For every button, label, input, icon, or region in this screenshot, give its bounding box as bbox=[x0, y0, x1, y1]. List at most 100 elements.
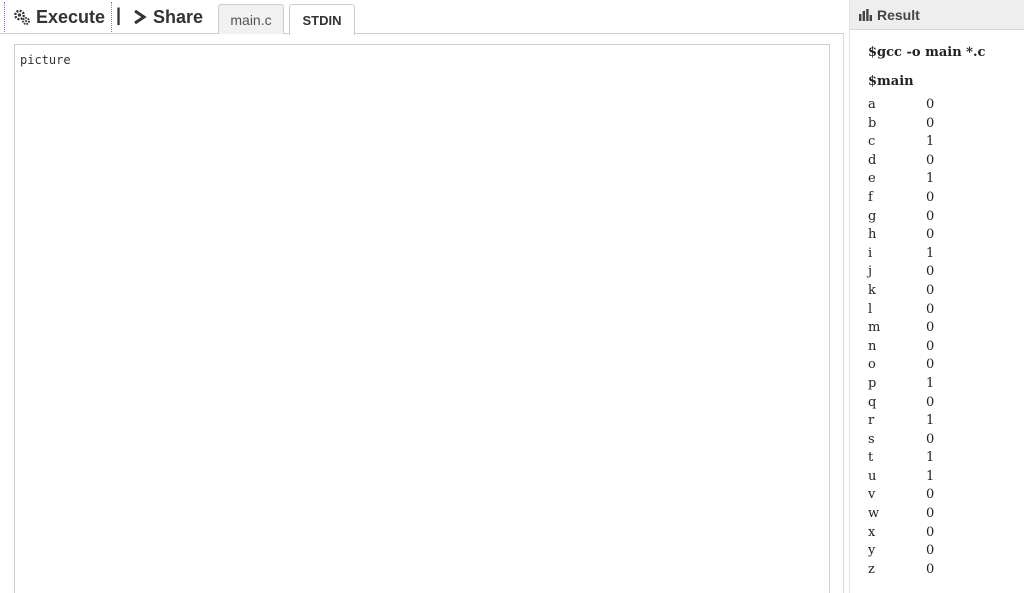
output-value: 1 bbox=[926, 450, 935, 466]
output-key: q bbox=[868, 394, 877, 410]
output-key: k bbox=[868, 282, 876, 298]
tab-label: STDIN bbox=[302, 12, 342, 28]
result-title: Result bbox=[877, 6, 920, 23]
output-row: z0 bbox=[868, 561, 985, 580]
output-row: c1 bbox=[868, 133, 985, 152]
output-value: 0 bbox=[926, 506, 935, 522]
output-row: k0 bbox=[868, 282, 985, 301]
output-row: t1 bbox=[868, 449, 985, 468]
execute-label: Execute bbox=[36, 6, 106, 27]
output-key: b bbox=[868, 115, 877, 131]
output-row: h0 bbox=[868, 226, 985, 245]
output-key: r bbox=[868, 413, 875, 429]
tab-main-c[interactable]: main.c bbox=[218, 4, 284, 34]
output-row: a0 bbox=[868, 96, 985, 115]
output-key: v bbox=[868, 487, 876, 503]
output-value: 0 bbox=[926, 97, 935, 112]
output-value: 0 bbox=[926, 543, 935, 559]
output-value: 0 bbox=[926, 115, 935, 131]
output-key: c bbox=[868, 134, 876, 150]
output-row: p1 bbox=[868, 375, 985, 394]
editor-content: picture bbox=[20, 53, 71, 67]
output-row: l0 bbox=[868, 301, 985, 320]
gears-icon bbox=[13, 8, 31, 26]
run-command: $main bbox=[868, 74, 914, 89]
output-key: i bbox=[868, 245, 873, 261]
output-row: x0 bbox=[868, 524, 985, 543]
output-row: w0 bbox=[868, 505, 985, 524]
output-key: n bbox=[868, 338, 877, 354]
tab-label: main.c bbox=[230, 11, 272, 28]
code-pane: Execute | Share main.c STDIN picture bbox=[0, 0, 844, 593]
output-key: p bbox=[868, 375, 877, 391]
chevron-right-icon bbox=[132, 8, 148, 26]
output-value: 1 bbox=[926, 375, 935, 391]
output-row: u1 bbox=[868, 468, 985, 487]
output-row: s0 bbox=[868, 431, 985, 450]
execute-button[interactable]: Execute bbox=[4, 2, 112, 32]
result-pane: Result $gcc -o main *.c $main a0b0c1d0e1… bbox=[849, 0, 1024, 593]
stdin-editor[interactable]: picture bbox=[14, 44, 830, 593]
output-row: e1 bbox=[868, 170, 985, 189]
toolbar: Execute | Share main.c STDIN bbox=[0, 0, 844, 35]
output-value: 0 bbox=[926, 487, 935, 503]
output-key: e bbox=[868, 171, 876, 187]
output-value: 1 bbox=[926, 413, 935, 429]
output-value: 1 bbox=[926, 134, 935, 150]
output-key: a bbox=[868, 97, 876, 112]
output-key: g bbox=[868, 208, 877, 224]
output-key: y bbox=[868, 543, 876, 559]
output-value: 1 bbox=[926, 468, 935, 484]
output-row: f0 bbox=[868, 189, 985, 208]
output-row: q0 bbox=[868, 394, 985, 413]
output-row: d0 bbox=[868, 152, 985, 171]
output-value: 0 bbox=[926, 394, 935, 410]
output-key: s bbox=[868, 431, 875, 447]
output-key: o bbox=[868, 357, 876, 373]
output-key: m bbox=[868, 320, 881, 336]
result-header: Result bbox=[850, 0, 1024, 30]
share-label: Share bbox=[153, 6, 204, 27]
share-button[interactable]: Share bbox=[132, 4, 203, 30]
tab-stdin[interactable]: STDIN bbox=[289, 4, 355, 35]
output-row: i1 bbox=[868, 245, 985, 264]
bar-chart-icon bbox=[858, 8, 872, 21]
output-row: v0 bbox=[868, 486, 985, 505]
output-value: 0 bbox=[926, 282, 935, 298]
toolbar-separator: | bbox=[116, 5, 122, 25]
output-key: h bbox=[868, 227, 877, 243]
output-value: 0 bbox=[926, 189, 935, 205]
output-value: 0 bbox=[926, 431, 935, 447]
output-value: 0 bbox=[926, 561, 935, 577]
output-key: t bbox=[868, 450, 874, 466]
output-row: b0 bbox=[868, 115, 985, 134]
output-key: w bbox=[868, 506, 880, 522]
output-value: 0 bbox=[926, 524, 935, 540]
output-key: j bbox=[868, 264, 873, 280]
output-row: g0 bbox=[868, 208, 985, 227]
output-key: d bbox=[868, 152, 877, 168]
output-value: 1 bbox=[926, 171, 935, 187]
output-row: n0 bbox=[868, 338, 985, 357]
output-value: 0 bbox=[926, 357, 935, 373]
output-value: 0 bbox=[926, 264, 935, 280]
result-output: $gcc -o main *.c $main a0b0c1d0e1f0g0h0i… bbox=[868, 44, 985, 579]
output-row: m0 bbox=[868, 319, 985, 338]
output-key: f bbox=[868, 189, 873, 205]
output-key: u bbox=[868, 468, 877, 484]
output-value: 1 bbox=[926, 245, 935, 261]
output-row: j0 bbox=[868, 263, 985, 282]
output-row: r1 bbox=[868, 412, 985, 431]
output-value: 0 bbox=[926, 208, 935, 224]
output-row: o0 bbox=[868, 356, 985, 375]
output-key: z bbox=[868, 561, 875, 577]
output-value: 0 bbox=[926, 338, 935, 354]
output-row: y0 bbox=[868, 542, 985, 561]
output-value: 0 bbox=[926, 301, 935, 317]
output-rows: a0b0c1d0e1f0g0h0i1j0k0l0m0n0o0p1q0r1s0t1… bbox=[868, 96, 985, 579]
output-value: 0 bbox=[926, 152, 935, 168]
output-value: 0 bbox=[926, 227, 935, 243]
output-key: x bbox=[868, 524, 876, 540]
compile-command: $gcc -o main *.c bbox=[868, 45, 986, 60]
output-key: l bbox=[868, 301, 873, 317]
